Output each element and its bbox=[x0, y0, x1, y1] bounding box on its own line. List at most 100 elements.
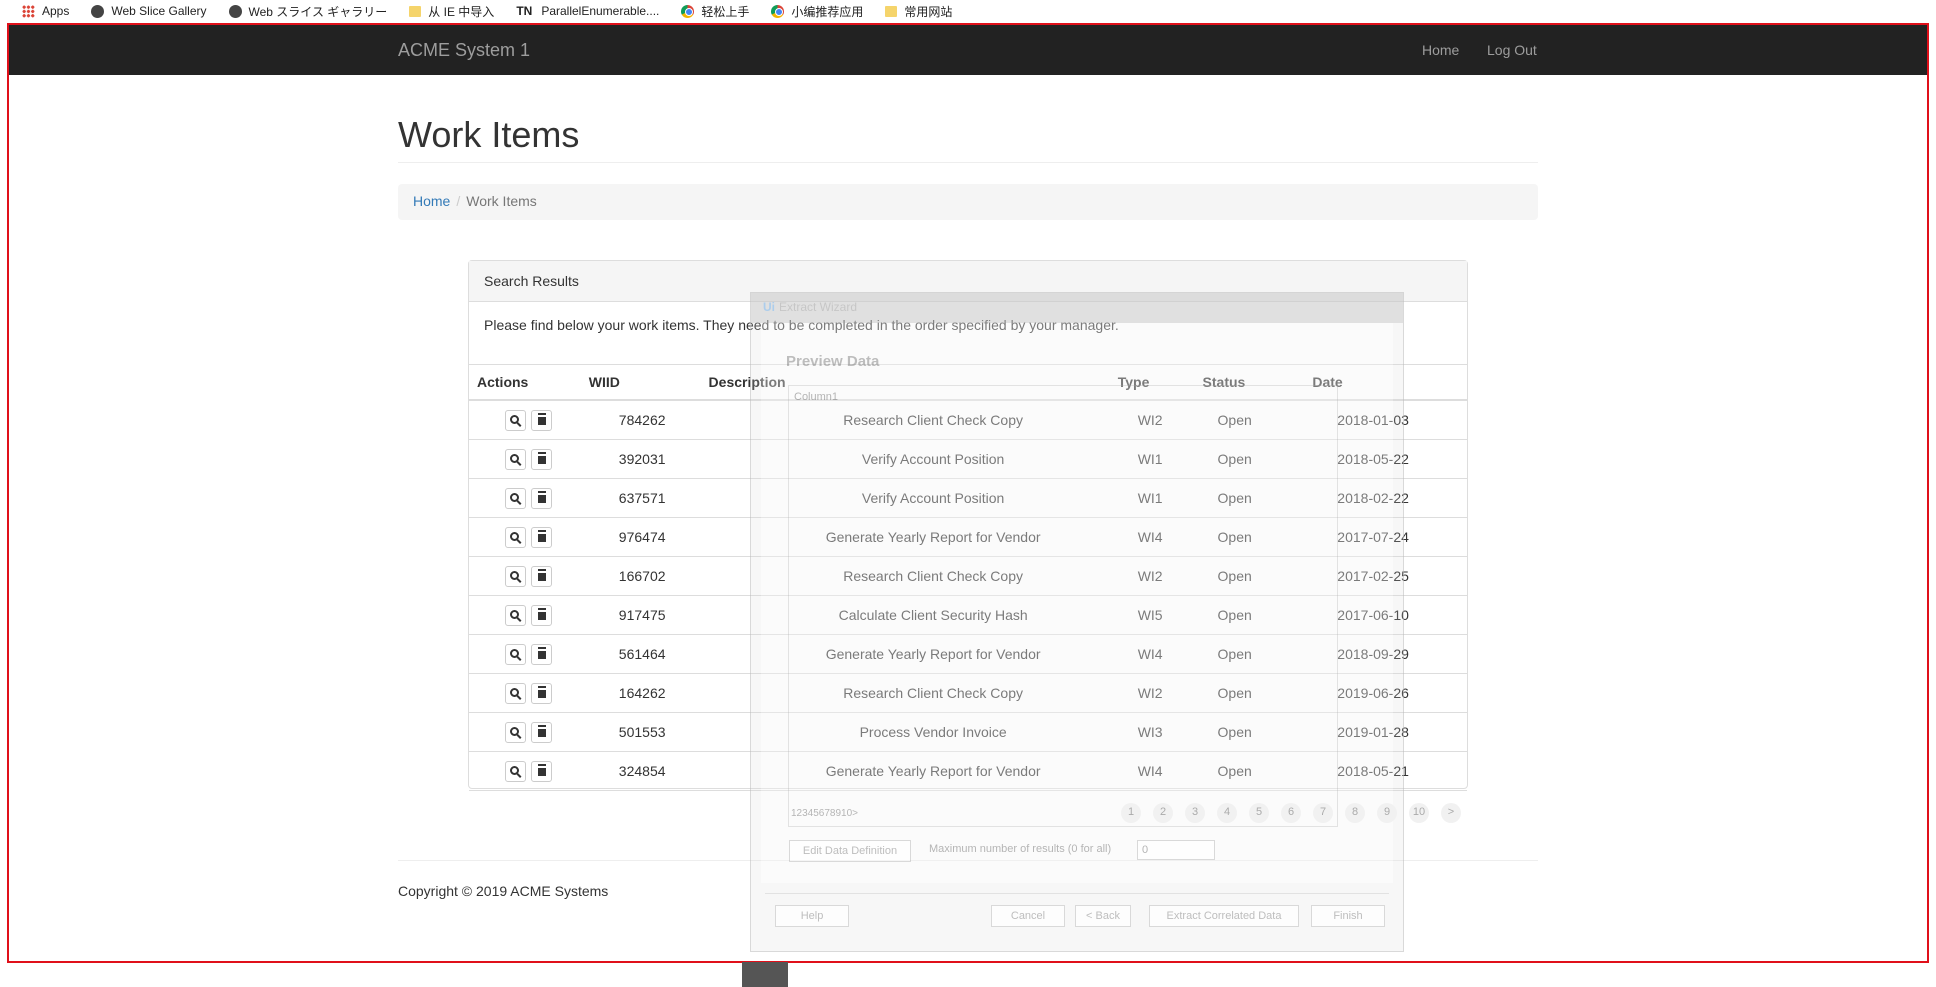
trash-icon bbox=[537, 493, 546, 503]
wizard-page-button[interactable]: 10 bbox=[1409, 803, 1429, 823]
bookmark-label: 从 IE 中导入 bbox=[428, 4, 495, 19]
search-icon bbox=[510, 453, 519, 463]
trash-icon bbox=[537, 610, 546, 620]
row-actions bbox=[469, 487, 589, 509]
trash-icon bbox=[537, 454, 546, 464]
trash-icon bbox=[537, 649, 546, 659]
row-actions bbox=[469, 760, 589, 782]
row-actions bbox=[469, 682, 589, 704]
delete-button[interactable] bbox=[531, 721, 552, 743]
view-button[interactable] bbox=[505, 487, 526, 509]
nav-home-link[interactable]: Home bbox=[1422, 42, 1459, 58]
row-actions bbox=[469, 448, 589, 470]
wizard-divider bbox=[765, 893, 1389, 894]
wizard-page-button[interactable]: > bbox=[1441, 803, 1461, 823]
back-button[interactable]: < Back bbox=[1075, 905, 1131, 927]
bookmark-label: Apps bbox=[42, 4, 70, 18]
bookmark-common-sites[interactable]: 常用网站 bbox=[885, 3, 952, 20]
title-divider bbox=[398, 162, 1538, 163]
view-button[interactable] bbox=[505, 604, 526, 626]
search-icon bbox=[510, 687, 519, 697]
page-title: Work Items bbox=[398, 114, 580, 155]
bookmark-get-started[interactable]: 轻松上手 bbox=[681, 3, 749, 20]
wizard-page-button[interactable]: 4 bbox=[1217, 803, 1237, 823]
wizard-page-button[interactable]: 7 bbox=[1313, 803, 1333, 823]
search-icon bbox=[510, 531, 519, 541]
max-results-label: Maximum number of results (0 for all) bbox=[929, 843, 1112, 855]
delete-button[interactable] bbox=[531, 565, 552, 587]
view-button[interactable] bbox=[505, 760, 526, 782]
row-actions bbox=[469, 604, 589, 626]
bookmark-label: Web Slice Gallery bbox=[111, 4, 207, 18]
bookmark-label: ParallelEnumerable.... bbox=[541, 4, 660, 18]
breadcrumb-home-link[interactable]: Home bbox=[413, 193, 450, 209]
view-button[interactable] bbox=[505, 526, 526, 548]
delete-button[interactable] bbox=[531, 682, 552, 704]
delete-button[interactable] bbox=[531, 604, 552, 626]
bookmark-apps[interactable]: Apps bbox=[22, 4, 69, 18]
trash-icon bbox=[537, 727, 546, 737]
delete-button[interactable] bbox=[531, 760, 552, 782]
cell-wiid: 166702 bbox=[618, 568, 666, 584]
brand-link[interactable]: ACME System 1 bbox=[398, 40, 530, 61]
uipath-logo-icon: Ui bbox=[763, 300, 775, 314]
view-button[interactable] bbox=[505, 643, 526, 665]
wizard-page-button[interactable]: 5 bbox=[1249, 803, 1269, 823]
cancel-button[interactable]: Cancel bbox=[991, 905, 1065, 927]
delete-button[interactable] bbox=[531, 526, 552, 548]
bookmark-web-slice-gallery-jp[interactable]: Web スライス ギャラリー bbox=[228, 3, 388, 20]
wizard-page-button[interactable]: 2 bbox=[1153, 803, 1173, 823]
wizard-page-button[interactable]: 8 bbox=[1345, 803, 1365, 823]
search-icon bbox=[510, 570, 519, 580]
bookmark-import-from-ie[interactable]: 从 IE 中导入 bbox=[409, 3, 494, 20]
breadcrumb: Home / Work Items bbox=[398, 184, 1538, 220]
row-actions bbox=[469, 643, 589, 665]
trash-icon bbox=[537, 688, 546, 698]
delete-button[interactable] bbox=[531, 487, 552, 509]
navbar: ACME System 1 Home Log Out bbox=[9, 25, 1927, 75]
wizard-titlebar: Ui Extract Wizard bbox=[751, 293, 1403, 323]
max-results-input[interactable]: 0 bbox=[1137, 840, 1215, 860]
extract-wizard-dialog: Ui Extract Wizard Preview Data Column1 12… bbox=[750, 292, 1461, 952]
search-icon bbox=[510, 726, 519, 736]
extract-correlated-data-button[interactable]: Extract Correlated Data bbox=[1149, 905, 1299, 927]
globe-icon bbox=[91, 4, 105, 18]
cell-wiid: 324854 bbox=[618, 763, 666, 779]
finish-button[interactable]: Finish bbox=[1311, 905, 1385, 927]
view-button[interactable] bbox=[505, 448, 526, 470]
column-header: WIID bbox=[588, 374, 620, 390]
search-icon bbox=[510, 765, 519, 775]
nav-logout-link[interactable]: Log Out bbox=[1487, 42, 1537, 58]
bookmark-parallel-enumerable[interactable]: TN ParallelEnumerable.... bbox=[516, 4, 659, 18]
bookmark-web-slice-gallery[interactable]: Web Slice Gallery bbox=[91, 4, 207, 18]
bookmark-label: Web スライス ギャラリー bbox=[248, 4, 388, 19]
view-button[interactable] bbox=[505, 721, 526, 743]
wizard-page-button[interactable]: 1 bbox=[1121, 803, 1141, 823]
delete-button[interactable] bbox=[531, 448, 552, 470]
cell-wiid: 917475 bbox=[618, 607, 666, 623]
search-icon bbox=[510, 492, 519, 502]
cell-wiid: 392031 bbox=[618, 451, 666, 467]
search-icon bbox=[510, 414, 519, 424]
bookmark-label: 小编推荐应用 bbox=[791, 4, 864, 19]
tn-icon: TN bbox=[516, 4, 533, 18]
delete-button[interactable] bbox=[531, 643, 552, 665]
view-button[interactable] bbox=[505, 565, 526, 587]
trash-icon bbox=[537, 415, 546, 425]
chrome-icon bbox=[681, 4, 695, 18]
trash-icon bbox=[537, 766, 546, 776]
edit-data-definition-button[interactable]: Edit Data Definition bbox=[789, 840, 911, 862]
row-actions bbox=[469, 721, 589, 743]
wizard-page-button[interactable]: 6 bbox=[1281, 803, 1301, 823]
wizard-page-button[interactable]: 9 bbox=[1377, 803, 1397, 823]
view-button[interactable] bbox=[505, 409, 526, 431]
apps-icon bbox=[22, 4, 35, 18]
view-button[interactable] bbox=[505, 682, 526, 704]
wizard-page-button[interactable]: 3 bbox=[1185, 803, 1205, 823]
help-button[interactable]: Help bbox=[775, 905, 849, 927]
bookmark-label: 轻松上手 bbox=[701, 4, 750, 19]
bookmark-recommended-apps[interactable]: 小编推荐应用 bbox=[771, 3, 863, 20]
wizard-preview-grid: Column1 bbox=[788, 385, 1338, 827]
delete-button[interactable] bbox=[531, 409, 552, 431]
globe-icon bbox=[228, 4, 242, 18]
